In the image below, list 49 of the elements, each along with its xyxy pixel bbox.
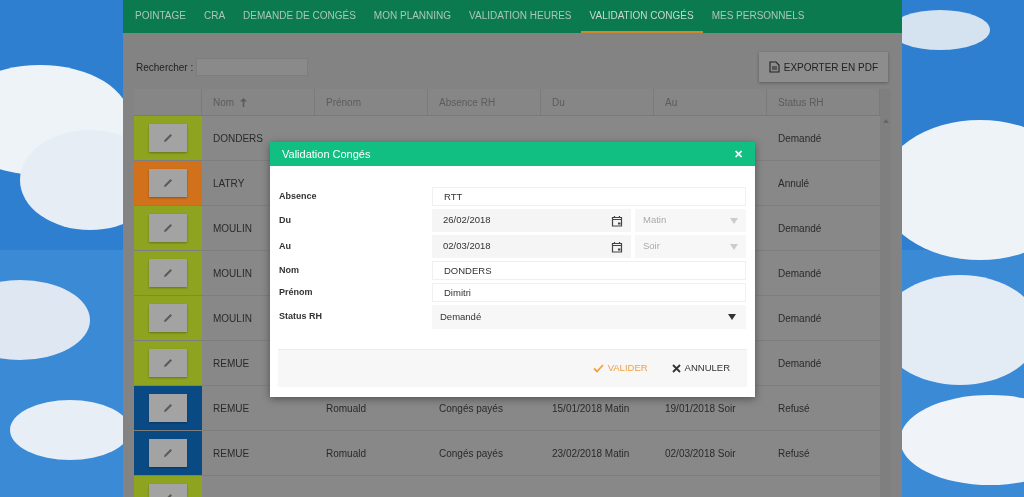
table-cell-text: MOULIN [213, 221, 252, 236]
export-button[interactable]: EXPORTER EN PDF [758, 52, 888, 82]
text-field[interactable]: Dimitri [432, 283, 746, 302]
field-label: Absence [279, 189, 318, 203]
table-cell-text: Demandé [778, 131, 822, 146]
field-label: Nom [279, 263, 300, 277]
table-cell-text: Congés payés [439, 401, 503, 416]
table-cell-text: Demandé [778, 266, 822, 281]
nav-tab[interactable]: DEMANDE DE CONGÉS [234, 0, 365, 33]
field-label: Du [279, 213, 292, 227]
date-field[interactable]: 02/03/2018 [432, 235, 631, 258]
table-cell-text: Romuald [326, 446, 367, 461]
table-cell-text: 02/03/2018 Soir [665, 446, 736, 461]
nav-tab[interactable]: VALIDATION HEURES [460, 0, 581, 33]
table-cell-text: Annulé [778, 176, 810, 191]
text-field[interactable]: DONDERS [432, 261, 746, 280]
cancel-button[interactable]: ANNULER [671, 361, 730, 376]
field-label: Status RH [279, 310, 323, 324]
table-cell-text: Refusé [778, 446, 810, 461]
date-field[interactable]: 26/02/2018 [432, 209, 631, 232]
table-cell-text: LATRY [213, 176, 245, 191]
close-button[interactable]: ✕ [734, 148, 743, 160]
field-label: Au [279, 239, 292, 253]
table-cell-text: Demandé [778, 311, 822, 326]
status-select[interactable]: Demandé [432, 305, 746, 329]
table-cell-text: Romuald [326, 401, 367, 416]
table-cell-text: REMUE [213, 446, 250, 461]
modal-title: Validation Congés [282, 146, 371, 162]
text-field[interactable]: RTT [432, 187, 746, 206]
table-cell-text: REMUE [213, 401, 250, 416]
nav-tab[interactable]: CRA [194, 0, 235, 33]
table-cell-text: 19/01/2018 Soir [665, 401, 736, 416]
table-cell-text: 15/01/2018 Matin [552, 401, 630, 416]
nav-tab[interactable]: POINTAGE [126, 0, 195, 33]
table-cell-text: Congés payés [439, 446, 503, 461]
validate-button[interactable]: VALIDER [592, 361, 648, 376]
table-cell-text: DONDERS [213, 131, 263, 146]
nav-tab[interactable]: VALIDATION CONGÉS [580, 0, 703, 33]
table-cell-text: Demandé [778, 356, 822, 371]
table-cell-text: 23/02/2018 Matin [552, 446, 630, 461]
nav-tab[interactable]: MES PERSONNELS [702, 0, 814, 33]
search-label: Rechercher : [136, 60, 194, 75]
table-cell-text: REMUE [213, 356, 250, 371]
table-cell-text: Demandé [778, 221, 822, 236]
table-cell-text: Refusé [778, 401, 810, 416]
nav-tab[interactable]: MON PLANNING [364, 0, 461, 33]
field-label: Prénom [279, 285, 314, 299]
table-cell-text: MOULIN [213, 311, 252, 326]
table-cell-text: MOULIN [213, 266, 252, 281]
